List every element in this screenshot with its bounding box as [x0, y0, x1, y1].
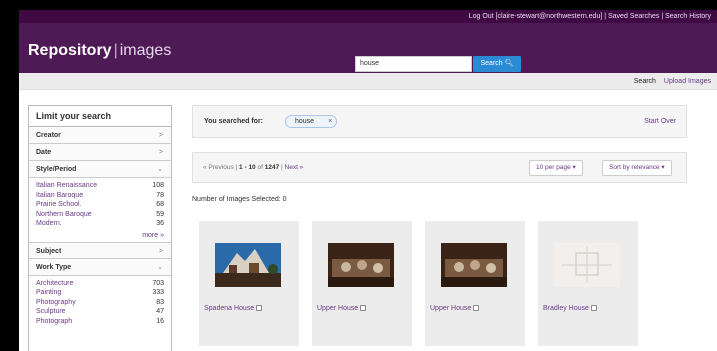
- results-main: You searched for: house × Start Over « Pr…: [192, 105, 687, 203]
- search-constraints: You searched for: house × Start Over: [192, 105, 687, 138]
- result-caption[interactable]: Bradley House: [543, 305, 597, 312]
- searched-for-label: You searched for:: [204, 118, 263, 125]
- thumbnail-image[interactable]: [441, 243, 507, 287]
- remove-term-icon[interactable]: ×: [328, 118, 332, 125]
- facet-style-period[interactable]: Style/Period ⌄: [29, 161, 171, 178]
- site-header: Repository | images house Search 🔍︎: [19, 23, 717, 73]
- list-item[interactable]: Italian Baroque 78: [36, 191, 164, 201]
- style-period-list: Italian Renaissance 108 Italian Baroque 78…: [29, 178, 171, 231]
- sort-dropdown[interactable]: Sort by relevance ▾: [602, 160, 672, 176]
- page-info: « Previous | 1 - 10 of 1247 | Next »: [203, 164, 304, 171]
- sub-navigation: Search Upload Images: [19, 73, 717, 90]
- result-card[interactable]: Bradley House: [538, 221, 638, 346]
- result-caption[interactable]: Spadena House: [204, 305, 263, 312]
- search-term-pill: house ×: [285, 115, 338, 128]
- list-item[interactable]: Painting 333: [36, 288, 164, 298]
- search-button[interactable]: Search 🔍︎: [473, 56, 521, 72]
- list-item[interactable]: Photograph 16: [36, 317, 164, 327]
- list-item[interactable]: Modern. 36: [36, 219, 164, 229]
- search-input[interactable]: house: [355, 56, 472, 72]
- list-item[interactable]: Prairie School. 68: [36, 200, 164, 210]
- chevron-right-icon: >: [158, 149, 163, 156]
- select-checkbox[interactable]: [256, 305, 263, 312]
- num-selected-text: Number of Images Selected: 0: [192, 196, 287, 203]
- thumbnail-image[interactable]: [328, 243, 394, 287]
- list-item[interactable]: Northern Baroque 59: [36, 210, 164, 220]
- per-page-dropdown[interactable]: 10 per page ▾: [529, 160, 583, 176]
- search-history-link[interactable]: Search History: [665, 13, 711, 20]
- next-link[interactable]: Next »: [285, 164, 304, 171]
- search-icon: 🔍︎: [504, 60, 514, 67]
- chevron-right-icon: >: [158, 132, 163, 139]
- select-checkbox[interactable]: [590, 305, 597, 312]
- result-card[interactable]: Spadena House: [199, 221, 299, 346]
- thumbnail-image[interactable]: [215, 243, 281, 287]
- chevron-down-icon: ⌄: [157, 166, 163, 173]
- logout-link[interactable]: Log Out [claire-stewart@northwestern.edu…: [469, 13, 603, 20]
- nav-upload-link[interactable]: Upload Images: [664, 78, 711, 85]
- thumbnail-image[interactable]: [554, 243, 620, 287]
- list-item[interactable]: Architecture 703: [36, 279, 164, 289]
- result-card[interactable]: Upper House: [425, 221, 525, 346]
- result-caption[interactable]: Upper House: [317, 305, 367, 312]
- list-item[interactable]: Photography 83: [36, 298, 164, 308]
- select-checkbox[interactable]: [360, 305, 367, 312]
- chevron-right-icon: >: [158, 247, 163, 255]
- site-logo[interactable]: Repository | images: [28, 42, 171, 60]
- facet-sidebar: Limit your search Creator > Date > Style…: [28, 105, 172, 351]
- list-item[interactable]: Sculpture 47: [36, 307, 164, 317]
- start-over-link[interactable]: Start Over: [644, 118, 676, 125]
- list-item[interactable]: Italian Renaissance 108: [36, 181, 164, 191]
- facet-work-type[interactable]: Work Type ⌄: [29, 258, 171, 276]
- nav-search-link[interactable]: Search: [634, 78, 656, 85]
- saved-searches-link[interactable]: Saved Searches: [608, 13, 659, 20]
- result-caption[interactable]: Upper House: [430, 305, 480, 312]
- facet-subject[interactable]: Subject >: [29, 241, 171, 259]
- chevron-down-icon: ⌄: [157, 263, 163, 271]
- previous-link[interactable]: « Previous: [203, 164, 234, 171]
- work-type-list: Architecture 703 Painting 333 Photography 8…: [29, 276, 171, 329]
- style-period-more-link[interactable]: more »: [29, 231, 171, 242]
- app-frame: Log Out [claire-stewart@northwestern.edu…: [19, 10, 717, 351]
- facet-date[interactable]: Date >: [29, 144, 171, 161]
- select-checkbox[interactable]: [473, 305, 480, 312]
- sidebar-title: Limit your search: [29, 106, 171, 127]
- facet-creator[interactable]: Creator >: [29, 127, 171, 144]
- top-utility-bar: Log Out [claire-stewart@northwestern.edu…: [19, 10, 717, 23]
- pagination-bar: « Previous | 1 - 10 of 1247 | Next » 10 …: [192, 152, 687, 183]
- result-card[interactable]: Upper House: [312, 221, 412, 346]
